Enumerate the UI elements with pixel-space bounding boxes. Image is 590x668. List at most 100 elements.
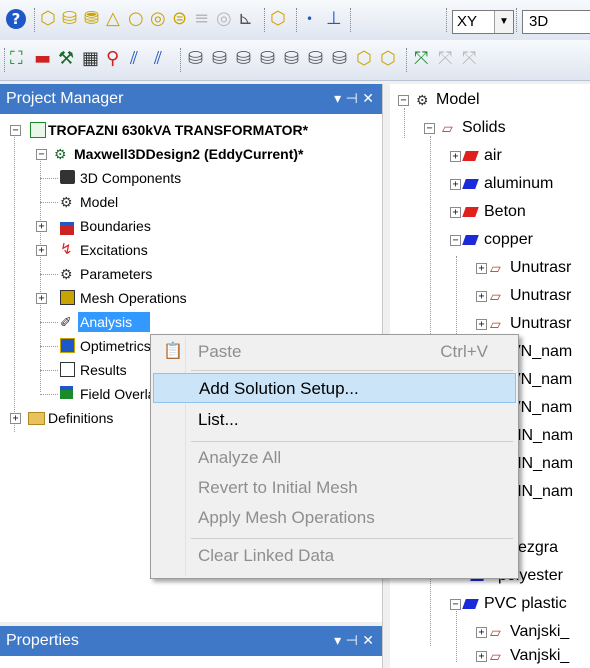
mesh-operations-icon	[60, 290, 75, 305]
sheet-icon[interactable]: ⬡	[356, 48, 372, 70]
sweep-icon[interactable]: ⛁	[332, 48, 347, 70]
collapse-icon[interactable]: −	[450, 235, 461, 246]
solids-icon: ▱	[442, 120, 453, 136]
coordinate-system-icon[interactable]: ⊥	[326, 8, 342, 30]
analysis-icon: ✐	[60, 314, 72, 330]
tree-item-label: aluminum	[484, 175, 554, 192]
tree-item-label: Model	[436, 91, 480, 108]
draw-regular-polyhedron-icon[interactable]: ⛃	[84, 8, 99, 30]
tree-item-label: Excitations	[80, 242, 148, 258]
boolean-subtract-icon[interactable]: ⛁	[212, 48, 227, 70]
toolbar-separator	[34, 8, 36, 32]
collapse-icon[interactable]: −	[36, 149, 47, 160]
panel-window-controls[interactable]: ▾ ⊣ ✕	[334, 626, 374, 656]
menu-item-add-solution-setup[interactable]: Add Solution Setup...	[153, 373, 516, 403]
expand-icon[interactable]: +	[476, 291, 487, 302]
object-icon: ▱	[490, 648, 501, 664]
menu-separator	[191, 538, 513, 539]
draw-sphere-icon[interactable]: ○	[128, 8, 144, 30]
project-manager-title: Project Manager	[6, 90, 124, 107]
thicken-icon[interactable]: ⬡	[380, 48, 396, 70]
properties-title: Properties	[6, 632, 79, 649]
collapse-icon[interactable]: −	[450, 599, 461, 610]
drawing-plane-select[interactable]: XY ▼	[452, 10, 514, 34]
draw-rectangle-icon[interactable]: ⬡	[270, 8, 286, 30]
collapse-icon[interactable]: −	[10, 125, 21, 136]
optimetrics-icon	[60, 338, 75, 353]
toolbar-separator	[296, 8, 298, 32]
expand-icon[interactable]: +	[36, 293, 47, 304]
draw-torus2-icon[interactable]: ⊜	[172, 8, 187, 30]
tree-guide	[40, 274, 58, 275]
expand-icon[interactable]: +	[10, 413, 21, 424]
menu-item-list[interactable]: List...	[153, 405, 516, 435]
expand-icon[interactable]: +	[450, 151, 461, 162]
select-multi-icon[interactable]: ⚲	[106, 48, 119, 70]
select-face-icon[interactable]: ▬	[34, 48, 51, 70]
toolbar-separator	[350, 8, 352, 32]
boolean-intersect-icon[interactable]: ⛁	[236, 48, 251, 70]
menu-item-apply-mesh-operations[interactable]: Apply Mesh Operations	[153, 503, 516, 533]
point-icon[interactable]: •	[306, 8, 313, 30]
menu-item-paste[interactable]: 📋 Paste Ctrl+V	[153, 337, 516, 367]
collapse-icon[interactable]: −	[424, 123, 435, 134]
tree-item-label: Definitions	[48, 410, 114, 426]
select-vertex-icon[interactable]: ▦	[82, 48, 99, 70]
expand-icon[interactable]: +	[36, 245, 47, 256]
menu-item-clear-linked-data[interactable]: Clear Linked Data	[153, 541, 516, 571]
object-icon: ▱	[490, 624, 501, 640]
draw-box-icon[interactable]: ⬡	[40, 8, 56, 30]
draw-torus-icon[interactable]: ◎	[150, 8, 166, 30]
parameters-icon: ⚙	[60, 266, 73, 282]
menu-separator	[191, 441, 513, 442]
move-icon[interactable]: ⤧	[414, 48, 428, 70]
help-icon[interactable]: ?	[6, 9, 26, 29]
split-icon[interactable]: ⛁	[260, 48, 275, 70]
select-object-icon[interactable]: ⛶	[10, 48, 23, 70]
boolean-unite-icon[interactable]: ⛁	[188, 48, 203, 70]
tree-item-label: Unutrasr	[510, 287, 572, 304]
draw-cylinder-icon[interactable]: ⛁	[62, 8, 77, 30]
drawing-mode-select[interactable]: 3D	[522, 10, 590, 34]
expand-icon[interactable]: +	[476, 263, 487, 274]
properties-header: Properties ▾ ⊣ ✕	[0, 626, 382, 656]
tree-guide	[40, 322, 58, 323]
tree-item-label: air	[484, 147, 502, 164]
select-edge-icon[interactable]: ⚒	[58, 48, 74, 70]
tree-item-results[interactable]: Results	[40, 358, 150, 382]
expand-icon[interactable]: +	[476, 627, 487, 638]
tree-item-label: Boundaries	[80, 218, 151, 234]
draw-cone-icon[interactable]: △	[106, 8, 120, 30]
imprint-icon[interactable]: ⛁	[284, 48, 299, 70]
mirror-icon: ⤧	[462, 48, 477, 69]
excitations-icon: ↯	[60, 241, 73, 258]
menu-item-analyze-all[interactable]: Analyze All	[153, 443, 516, 473]
project-icon	[30, 122, 46, 138]
expand-icon[interactable]: +	[36, 221, 47, 232]
expand-icon[interactable]: +	[450, 207, 461, 218]
tree-item-label: Unutrasr	[510, 315, 572, 332]
tree-item-field-overlays[interactable]: Field Overlays	[40, 382, 150, 406]
tree-item-analysis[interactable]: ✐ Analysis	[40, 310, 170, 334]
material-icon	[462, 599, 479, 609]
tree-item-optimetrics[interactable]: Optimetrics	[40, 334, 150, 358]
material-icon	[462, 207, 479, 217]
menu-item-label: Clear Linked Data	[198, 546, 335, 565]
separate-bodies-icon[interactable]: ⛁	[308, 48, 323, 70]
measure-icon[interactable]: ⫽	[130, 48, 138, 70]
folder-icon	[28, 412, 45, 425]
tree-item-label: VN_nam	[510, 343, 573, 360]
measure-distance-icon[interactable]: ⫽	[154, 48, 162, 70]
tree-guide	[40, 370, 58, 371]
draw-bondwire-icon[interactable]: ⊾	[238, 8, 253, 30]
collapse-icon[interactable]: −	[398, 95, 409, 106]
panel-window-controls[interactable]: ▾ ⊣ ✕	[334, 84, 374, 114]
project-label: TROFAZNI 630kVA TRANSFORMATOR*	[48, 122, 309, 138]
expand-icon[interactable]: +	[450, 179, 461, 190]
expand-icon[interactable]: +	[476, 651, 487, 662]
field-overlays-icon	[60, 386, 73, 399]
menu-item-revert-initial-mesh[interactable]: Revert to Initial Mesh	[153, 473, 516, 503]
tree-item-definitions[interactable]: + Definitions	[8, 406, 150, 430]
expand-icon[interactable]: +	[476, 319, 487, 330]
chevron-down-icon[interactable]: ▼	[494, 11, 513, 33]
